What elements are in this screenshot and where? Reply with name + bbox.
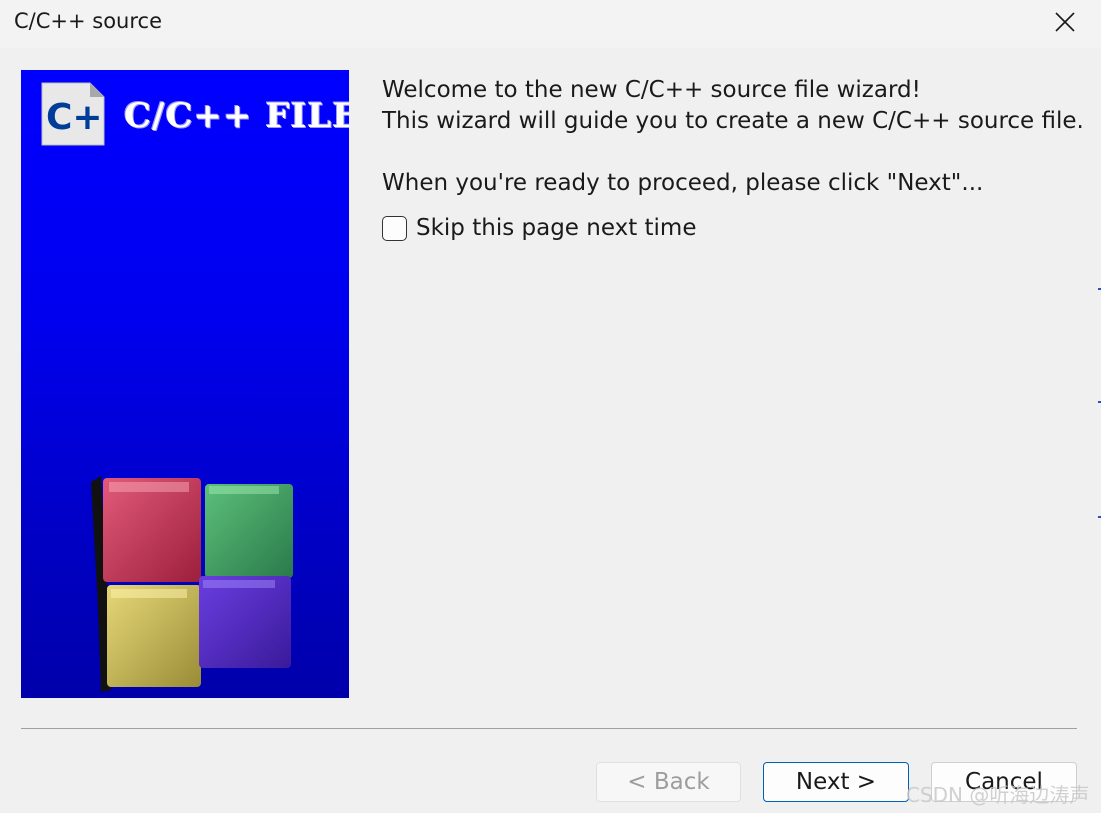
back-button[interactable]: < Back — [596, 762, 741, 802]
close-button[interactable] — [1040, 0, 1090, 44]
logo-text: C++ — [46, 97, 106, 138]
skip-page-checkbox[interactable] — [382, 215, 407, 241]
wizard-content: Welcome to the new C/C++ source file wiz… — [382, 75, 1084, 199]
title-bar: C/C++ source — [0, 0, 1101, 48]
footer-divider — [21, 728, 1077, 729]
proceed-text: When you're ready to proceed, please cli… — [382, 170, 984, 196]
watermark: CSDN @听海边涛声 — [906, 783, 1090, 807]
skip-page-option[interactable]: Skip this page next time — [382, 215, 696, 241]
skip-page-label: Skip this page next time — [416, 215, 697, 241]
wizard-banner: C++ C/C++ FILE — [21, 70, 349, 698]
welcome-text: Welcome to the new C/C++ source file wiz… — [382, 77, 921, 103]
next-button[interactable]: Next > — [763, 762, 909, 802]
banner-title: C/C++ FILE — [124, 96, 349, 136]
close-icon — [1055, 12, 1075, 32]
window-title: C/C++ source — [14, 9, 163, 33]
cubes-graphic — [91, 476, 293, 692]
guide-text: This wizard will guide you to create a n… — [382, 108, 1084, 134]
cpp-file-icon: C++ — [41, 82, 106, 146]
